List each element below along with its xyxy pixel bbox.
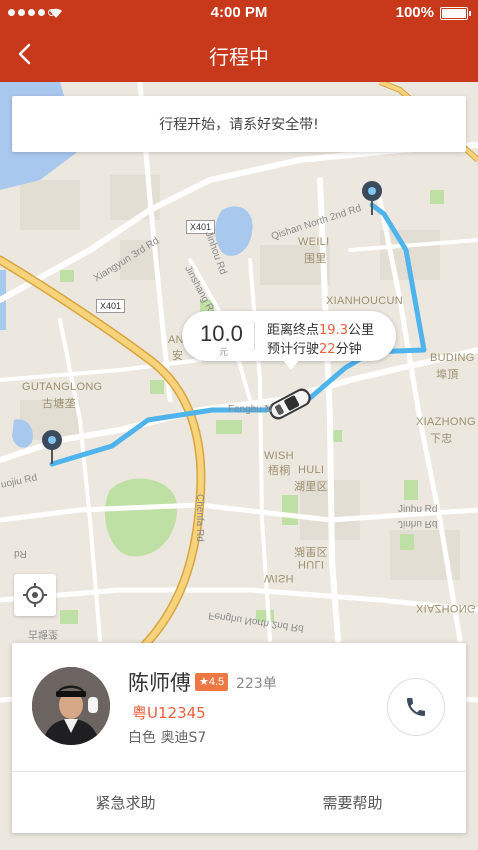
map-label: Jinhu Rd bbox=[398, 504, 438, 515]
map-label: 围里 bbox=[304, 253, 327, 265]
map-label: Chenfa Rd bbox=[194, 494, 205, 542]
locate-me-button[interactable] bbox=[14, 574, 56, 616]
license-plate: 粤U12345 bbox=[132, 704, 206, 722]
bubble-divider bbox=[254, 322, 255, 350]
nav-bar: 行程中 bbox=[0, 26, 478, 82]
help-button[interactable]: 需要帮助 bbox=[239, 771, 466, 833]
map-label: 古塘垄 bbox=[28, 628, 58, 639]
map-label: 安 bbox=[172, 350, 184, 362]
driver-avatar bbox=[32, 667, 110, 745]
call-driver-button[interactable] bbox=[387, 678, 445, 736]
road-shield: X401 bbox=[96, 299, 126, 313]
battery-icon bbox=[440, 7, 471, 20]
driver-card: 陈师傅 ★4.5 223单 粤U12345 白色 奥迪S7 紧急求助 需要帮助 bbox=[12, 643, 466, 833]
trip-notice-text: 行程开始，请系好安全带! bbox=[159, 117, 319, 133]
map-label: Rd bbox=[14, 548, 27, 559]
page-title: 行程中 bbox=[209, 45, 269, 69]
fare-unit: 元 bbox=[219, 348, 229, 358]
status-bar: 4:00 PM 100% bbox=[0, 0, 478, 26]
map-label: HULI bbox=[298, 464, 325, 476]
origin-pin-icon bbox=[42, 430, 62, 464]
map-label: Fenghu N bbox=[228, 404, 272, 415]
map-label: WISH bbox=[264, 572, 294, 584]
fare-amount: 10.0 bbox=[200, 321, 243, 346]
map-label: 梧桐 bbox=[268, 465, 291, 477]
map-label: 下忠 bbox=[430, 433, 453, 445]
trip-info-bubble: 10.0 元 距离终点19.3公里 预计行驶22分钟 bbox=[182, 311, 396, 370]
map-label: XIANHOUCUN bbox=[326, 295, 403, 307]
trip-notice-banner: 行程开始，请系好安全带! bbox=[12, 96, 466, 152]
driver-rating-badge: ★4.5 bbox=[195, 673, 229, 691]
car-icon bbox=[269, 388, 311, 420]
driver-name: 陈师傅 bbox=[128, 671, 191, 695]
map-label: WEILI bbox=[298, 236, 330, 248]
map-label: BUDING bbox=[430, 352, 475, 364]
map-label: Jinhu Rd bbox=[398, 518, 438, 529]
eta-remaining: 预计行驶22分钟 bbox=[267, 342, 362, 357]
map-label: 埠頂 bbox=[436, 369, 459, 381]
crosshair-icon bbox=[23, 583, 47, 607]
emergency-button[interactable]: 紧急求助 bbox=[12, 771, 239, 833]
distance-remaining: 距离终点19.3公里 bbox=[267, 323, 374, 338]
map-label: GUTANGLONG bbox=[22, 381, 103, 393]
map-label: XIAZHONG bbox=[416, 602, 476, 614]
driver-order-count: 223单 bbox=[236, 676, 277, 692]
battery-percent: 100% bbox=[395, 4, 434, 21]
map-label: XIAZHONG bbox=[416, 416, 476, 428]
map-label: 湖里区 bbox=[294, 481, 328, 493]
car-description: 白色 奥迪S7 bbox=[128, 730, 207, 746]
map-label: 古塘垄 bbox=[42, 398, 76, 410]
map-label: WISH bbox=[264, 450, 294, 462]
phone-icon bbox=[407, 698, 425, 716]
map-label: HULI bbox=[298, 558, 325, 570]
